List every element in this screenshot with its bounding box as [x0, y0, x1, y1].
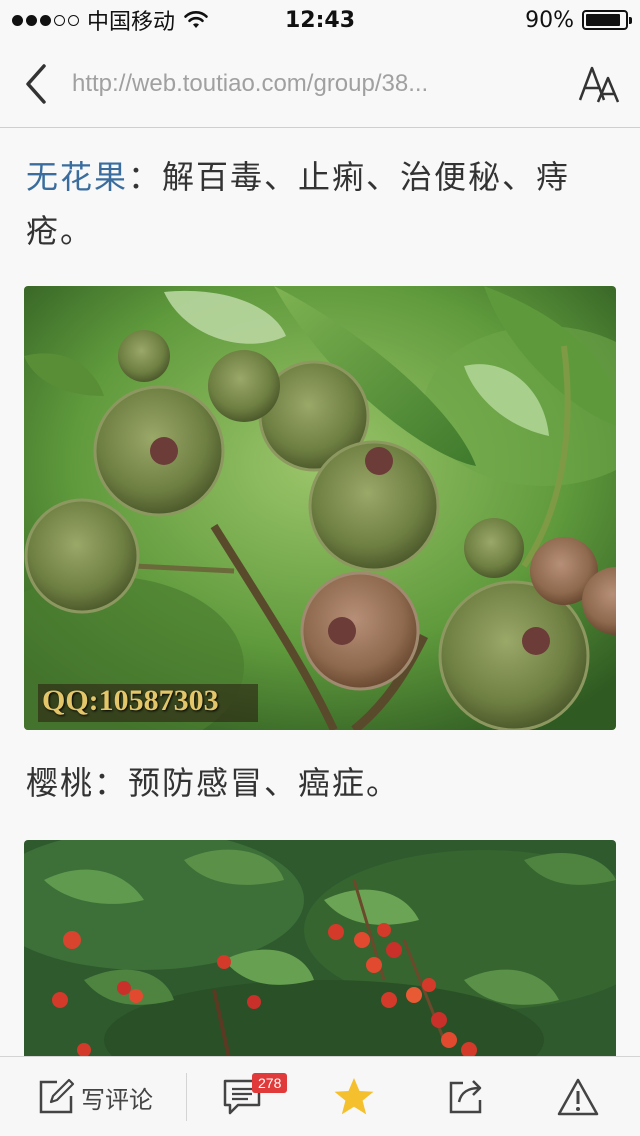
- toolbar-divider: [186, 1073, 187, 1121]
- signal-dot: [26, 14, 37, 26]
- keyword-link[interactable]: 无花果: [26, 158, 128, 196]
- back-button[interactable]: [0, 40, 72, 128]
- status-right: 90%: [525, 7, 632, 33]
- signal-strength-icon: [12, 14, 79, 26]
- write-comment-label: 写评论: [81, 1085, 153, 1114]
- article-paragraph-cherry: 樱桃：预防感冒、癌症。: [26, 764, 401, 802]
- fig-photo[interactable]: QQ:10587303: [24, 286, 616, 730]
- font-size-icon: [578, 66, 620, 102]
- favorite-button[interactable]: [324, 1057, 384, 1136]
- navigation-bar: http://web.toutiao.com/group/38...: [0, 40, 640, 128]
- status-left: 中国移动: [12, 4, 209, 36]
- cherry-photo[interactable]: [24, 840, 616, 1056]
- fig-image: [24, 286, 616, 730]
- star-icon: [334, 1078, 374, 1115]
- signal-dot: [40, 14, 51, 26]
- battery-fill: [586, 14, 621, 26]
- signal-dot: [54, 14, 65, 26]
- font-size-button[interactable]: [560, 40, 640, 128]
- share-button[interactable]: [436, 1057, 496, 1136]
- chevron-left-icon: [26, 63, 46, 104]
- status-bar: 中国移动 12:43 90%: [0, 0, 640, 40]
- article-paragraph-fig: 无花果：解百毒、止痢、治便秘、痔疮。: [26, 150, 616, 258]
- share-icon: [449, 1080, 482, 1114]
- status-time: 12:43: [284, 7, 356, 33]
- article-content[interactable]: 无花果：解百毒、止痢、治便秘、痔疮。 QQ:10587303 樱桃：预防感冒、癌…: [0, 128, 640, 1056]
- report-icon: [557, 1078, 599, 1116]
- cherry-image: [24, 840, 616, 1056]
- pencil-icon: [39, 1078, 75, 1114]
- signal-dot: [12, 14, 23, 26]
- url-text[interactable]: http://web.toutiao.com/group/38...: [72, 70, 560, 98]
- report-button[interactable]: [548, 1057, 608, 1136]
- comment-count-badge: 278: [252, 1073, 288, 1093]
- carrier-name: 中国移动: [87, 10, 176, 35]
- wifi-icon: [184, 11, 208, 28]
- image-watermark: QQ:10587303: [42, 684, 219, 717]
- battery-percent: 90%: [525, 7, 574, 33]
- battery-icon: [582, 10, 632, 30]
- bottom-toolbar: 写评论 278: [0, 1056, 640, 1136]
- comments-button[interactable]: [212, 1057, 272, 1136]
- signal-dot: [68, 14, 79, 26]
- write-comment-button[interactable]: 写评论: [30, 1057, 160, 1136]
